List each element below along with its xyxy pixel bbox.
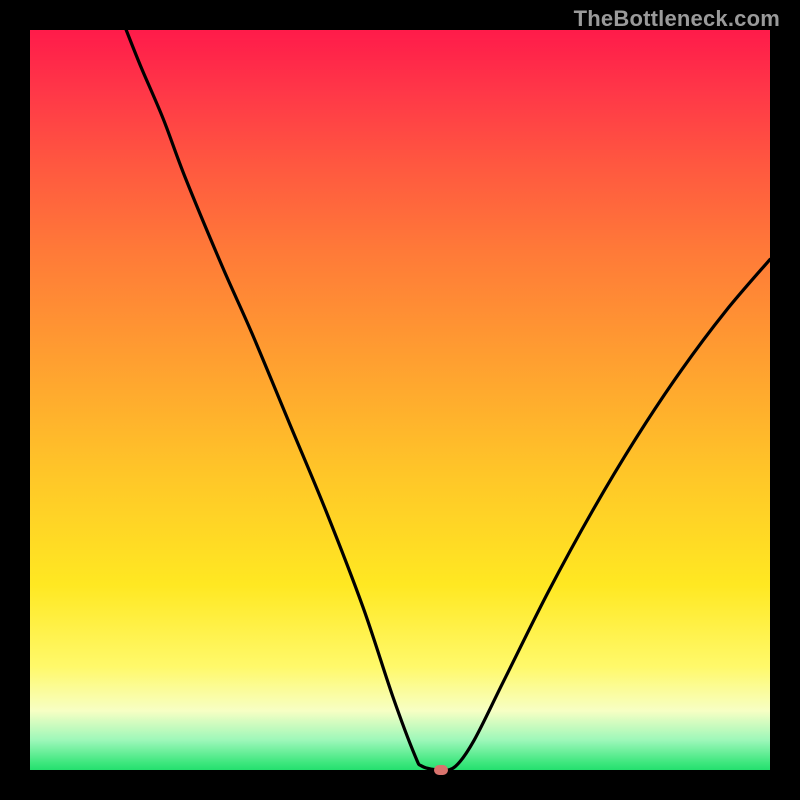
- bottleneck-curve: [126, 30, 770, 770]
- plot-area: [30, 30, 770, 770]
- curve-layer: [30, 30, 770, 770]
- optimum-marker: [434, 765, 448, 775]
- chart-frame: TheBottleneck.com: [0, 0, 800, 800]
- watermark-text: TheBottleneck.com: [574, 6, 780, 32]
